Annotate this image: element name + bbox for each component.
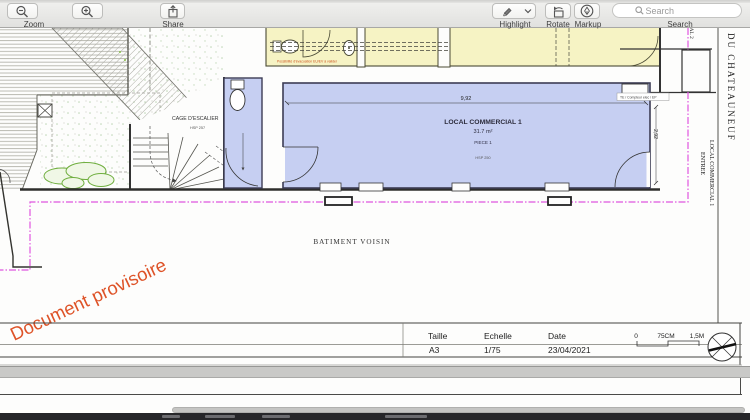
column-symbol <box>38 104 52 117</box>
local-commercial-area: 31.7 m² <box>474 129 493 135</box>
preview-toolbar: Zoom Share Highlight Rotate <box>0 0 750 28</box>
room-width-dimension: 9,92 <box>461 96 472 102</box>
scalebar-zero: 0 <box>634 333 638 340</box>
highlight-dropdown-button[interactable] <box>521 3 536 19</box>
markup-button-label: Markup <box>570 20 606 29</box>
entrance1-line1: ENTREE <box>699 152 705 175</box>
search-input[interactable] <box>644 5 720 17</box>
street-name-label: DU CHATEAUNEUF <box>726 33 736 142</box>
meter-note-label: TE / Compteur elec / EP <box>620 96 657 100</box>
date-value: 23/04/2021 <box>548 345 591 355</box>
local-commercial-piece: PIECE 1 <box>474 140 492 145</box>
share-button[interactable] <box>160 3 185 19</box>
room-depth-dimension: 2,92 <box>652 129 658 139</box>
markup-button[interactable] <box>574 3 600 19</box>
scalebar-mid: 75CM <box>657 333 674 340</box>
search-icon <box>635 6 644 15</box>
scalebar-end: 1,5M <box>690 333 704 340</box>
share-icon <box>167 5 179 18</box>
share-button-label: Share <box>153 20 193 29</box>
compass-icon <box>708 333 736 361</box>
rotate-icon <box>551 5 565 18</box>
next-page-right-line <box>740 378 741 394</box>
zoom-group-label: Zoom <box>14 20 54 29</box>
rotate-button[interactable] <box>545 3 571 19</box>
next-page-border-line <box>0 394 742 395</box>
zoom-in-icon <box>80 5 95 18</box>
highlight-button-label: Highlight <box>492 20 538 29</box>
search-field[interactable] <box>612 3 742 18</box>
search-field-label: Search <box>660 20 700 29</box>
chevron-down-icon <box>524 8 532 14</box>
highlight-pen-icon <box>501 5 514 18</box>
neighbor-building-label: BATIMENT VOISIN <box>313 238 390 246</box>
zoom-out-button[interactable] <box>7 3 38 19</box>
wc-room <box>224 78 262 188</box>
zoom-out-icon <box>15 5 30 18</box>
local-commercial-hsp: HSP 250 <box>475 156 490 160</box>
horizontal-scrollbar-thumb[interactable] <box>172 407 745 413</box>
markup-icon <box>580 4 594 18</box>
date-header: Date <box>548 331 566 341</box>
size-header: Taille <box>428 331 448 341</box>
stairwell-hsp: HSP 257 <box>190 126 205 130</box>
bottom-dark-strip <box>0 413 750 420</box>
scale-value: 1/75 <box>484 345 501 355</box>
entrance1-line2: LOCAL COMMERCIAL 1 <box>708 140 714 206</box>
size-value: A3 <box>429 345 440 355</box>
highlight-button[interactable] <box>492 3 522 19</box>
local-commercial-name: LOCAL COMMERCIAL 1 <box>444 119 522 126</box>
scale-header: Echelle <box>484 331 512 341</box>
page-gap <box>0 366 750 378</box>
stairwell-label: CAGE D'ESCALIER <box>172 116 219 122</box>
evacuation-note: Possibilité d'évacuation EU/EV à valider <box>277 60 338 64</box>
zoom-in-button[interactable] <box>72 3 103 19</box>
floor-plan-svg: Possibilité d'évacuation EU/EV à valider <box>0 0 750 420</box>
